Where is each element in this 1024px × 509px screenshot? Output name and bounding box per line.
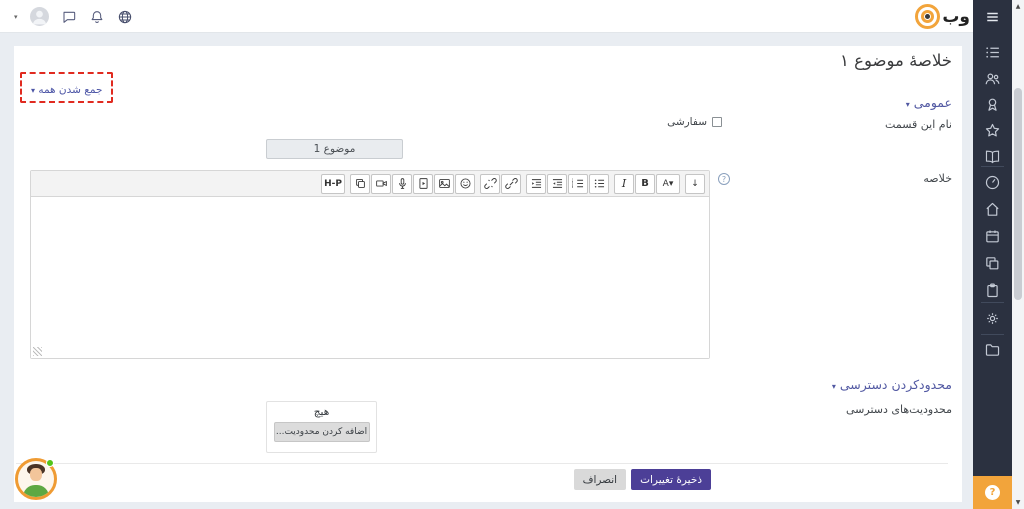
caret-down-icon: ▾ (832, 382, 836, 391)
custom-name-checkbox-label: سفارشی (667, 116, 707, 128)
emoji-button[interactable] (455, 174, 475, 194)
cancel-button[interactable]: انصراف (574, 469, 627, 490)
access-restrictions-label: محدودیت‌های دسترسی (846, 403, 952, 416)
scroll-up-icon[interactable]: ▲ (1012, 3, 1024, 10)
editor-resize-handle[interactable] (33, 347, 42, 356)
unordered-list-button[interactable] (589, 174, 609, 194)
sidebar-divider (981, 302, 1004, 303)
section-general-header[interactable]: عمومی ▾ (906, 95, 952, 110)
summary-label: خلاصه (923, 172, 952, 185)
insert-image-button[interactable] (434, 174, 454, 194)
scrollbar-thumb[interactable] (1014, 88, 1022, 300)
add-restriction-button[interactable]: اضافه کردن محدودیت... (274, 422, 370, 442)
italic-button[interactable]: I (614, 174, 634, 194)
moodle-edit-section-page: ▾ وب (0, 0, 1024, 509)
editor-toolbar: ↓ ▾A B I 123 (31, 171, 709, 197)
notifications-bell-icon[interactable] (89, 9, 105, 25)
top-navbar: ▾ وب (0, 0, 973, 33)
restrictions-box: هیچ اضافه کردن محدودیت... (266, 401, 377, 453)
outdent-button[interactable] (547, 174, 567, 194)
site-logo[interactable]: وب (915, 3, 967, 30)
custom-name-checkbox[interactable] (712, 117, 722, 127)
page-title: خلاصهٔ موضوع ۱ (840, 51, 952, 70)
svg-text:3: 3 (572, 184, 574, 189)
restrictions-none-value: هیچ (267, 406, 376, 418)
calendar-icon[interactable] (984, 228, 1001, 245)
manage-files-button[interactable] (350, 174, 370, 194)
section-name-input (266, 139, 403, 159)
form-actions: ذخیرهٔ تغییرات انصراف (265, 469, 711, 490)
caret-down-icon: ▾ (906, 100, 910, 109)
menu-icon[interactable] (984, 9, 1001, 23)
online-status-dot (46, 459, 54, 467)
editor-text-area[interactable] (31, 197, 709, 358)
html-button[interactable]: H-P (321, 174, 345, 194)
help-footer-button[interactable]: ? (973, 476, 1012, 509)
user-avatar[interactable] (30, 7, 49, 26)
link-button[interactable] (501, 174, 521, 194)
summary-editor: ↓ ▾A B I 123 (30, 170, 710, 359)
avatar-body (23, 485, 49, 497)
messages-icon[interactable] (61, 9, 77, 25)
star-icon[interactable] (984, 122, 1001, 139)
book-icon[interactable] (984, 148, 1001, 165)
folder-icon[interactable] (984, 341, 1001, 358)
page-scrollbar[interactable]: ▲ ▼ (1012, 0, 1024, 509)
person-icon (30, 7, 49, 26)
caret-down-icon: ▾ (31, 86, 35, 95)
record-video-button[interactable] (371, 174, 391, 194)
user-menu-caret-icon[interactable]: ▾ (14, 13, 18, 21)
indent-button[interactable] (526, 174, 546, 194)
right-dock-sidebar: ? (973, 0, 1012, 509)
section-restrict-access-header[interactable]: محدودکردن دسترسی ▾ (832, 377, 952, 392)
sidebar-divider (981, 166, 1004, 167)
section-name-label: نام این قسمت (885, 118, 952, 131)
sidebar-divider (981, 334, 1004, 335)
question-icon: ? (985, 485, 1000, 500)
clipboard-icon[interactable] (984, 282, 1001, 299)
settings-gear-icon[interactable] (984, 310, 1001, 327)
files-icon[interactable] (984, 255, 1001, 272)
form-divider (16, 463, 948, 464)
help-icon[interactable]: ? (718, 173, 730, 185)
dashboard-icon[interactable] (984, 174, 1001, 191)
insert-media-button[interactable] (413, 174, 433, 194)
badge-icon[interactable] (984, 96, 1001, 113)
home-icon[interactable] (984, 201, 1001, 218)
ordered-list-button[interactable]: 123 (568, 174, 588, 194)
toolbar-toggle-button[interactable]: ↓ (685, 174, 705, 194)
record-audio-button[interactable] (392, 174, 412, 194)
annotation-highlight: جمع شدن همه ▾ (20, 72, 113, 103)
bold-button[interactable]: B (635, 174, 655, 194)
collapse-all-link[interactable]: جمع شدن همه ▾ (31, 84, 102, 96)
globe-language-icon[interactable] (117, 9, 133, 25)
logo-text: وب (942, 7, 970, 27)
font-color-button[interactable]: ▾A (656, 174, 680, 194)
edit-form-card: خلاصهٔ موضوع ۱ جمع شدن همه ▾ عمومی ▾ نام… (14, 46, 962, 502)
save-changes-button[interactable]: ذخیرهٔ تغییرات (631, 469, 711, 490)
list-icon[interactable] (984, 44, 1001, 61)
avatar-face (30, 468, 42, 481)
unlink-button[interactable] (480, 174, 500, 194)
logo-spiral-icon (915, 4, 940, 29)
scroll-down-icon[interactable]: ▼ (1012, 499, 1024, 506)
participants-icon[interactable] (984, 70, 1001, 87)
custom-name-checkbox-row: سفارشی (667, 116, 722, 128)
